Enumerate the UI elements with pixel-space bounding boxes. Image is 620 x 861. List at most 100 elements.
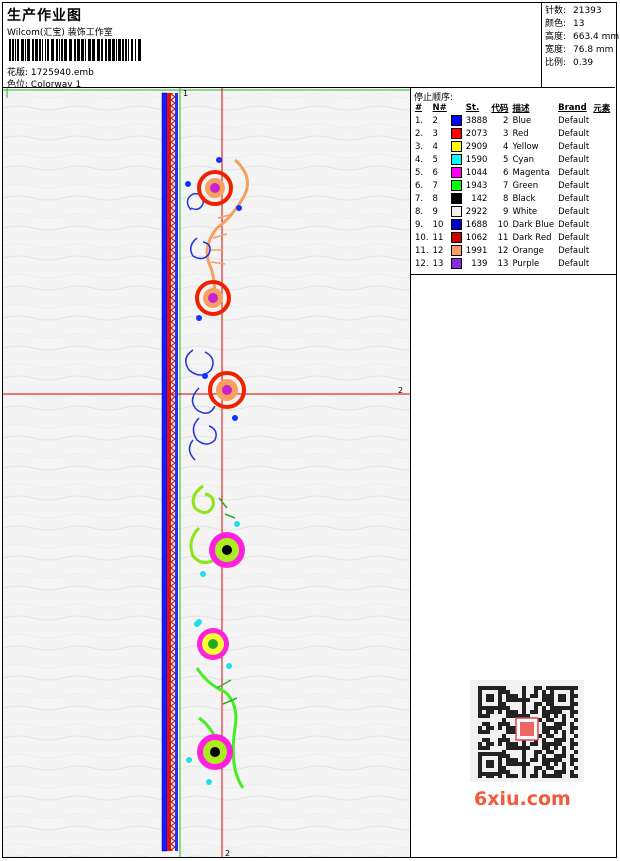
row-description: Magenta [512,167,550,178]
row-brand: Default [558,128,590,139]
row-needle: 2 [432,115,438,126]
row-color-swatch [449,127,464,140]
row-code: 10 [497,219,509,230]
row-stitches: 1062 [465,232,488,243]
table-header-row: # N# St. 代码 描述 Brand 元素 [413,101,612,114]
row-brand: Default [558,258,590,269]
row-description: Purple [512,258,540,269]
row-color-swatch [449,192,464,205]
row-code: 4 [503,141,509,152]
row-stitches: 1688 [465,219,488,230]
table-row: 9. 10 1688 10 Dark Blue Default [413,218,612,231]
row-brand: Default [558,245,590,256]
row-code: 13 [497,258,509,269]
row-element [591,218,612,231]
row-stitches: 2922 [465,206,488,217]
row-code: 12 [497,245,509,256]
table-row: 6. 7 1943 7 Green Default [413,179,612,192]
row-index: 1. [415,115,424,126]
color-swatch [450,154,462,165]
row-color-swatch [449,244,464,257]
col-needle: N# [432,102,447,113]
row-color-swatch [449,179,464,192]
row-element [591,244,612,257]
table-row: 10. 11 1062 11 Dark Red Default [413,231,612,244]
row-index: 4. [415,154,424,165]
row-description: Cyan [512,154,534,165]
watermark-text: 6xiu.com [474,788,571,810]
row-color-swatch [449,218,464,231]
stat-width: 宽度: 76.8 mm [545,45,614,55]
color-swatch [450,193,462,204]
row-index: 2. [415,128,424,139]
color-swatch [450,245,462,256]
row-element [591,114,612,127]
row-needle: 12 [432,245,444,256]
color-swatch [450,128,462,139]
row-needle: 11 [432,232,444,243]
stat-scale: 比例: 0.39 [545,58,594,68]
row-stitches: 1044 [465,167,488,178]
row-stitches: 1943 [465,180,488,191]
border-stripe-blue [161,92,168,852]
row-color-swatch [449,114,464,127]
color-swatch [450,258,462,269]
col-stitches: St. [465,102,480,113]
embroidery-preview: 1 2 2 [3,88,410,857]
row-brand: Default [558,154,590,165]
color-swatch [450,167,462,178]
row-element [591,179,612,192]
qr-code [470,680,584,782]
guide-label-h2: 2 [398,386,403,395]
row-description: Green [512,180,539,191]
row-stitches: 2909 [465,141,488,152]
page-title: 生产作业图 [7,8,82,24]
row-stitches: 3888 [465,115,488,126]
table-row: 11. 12 1991 12 Orange Default [413,244,612,257]
row-index: 8. [415,206,424,217]
flower-green-3 [197,734,233,770]
row-stitches: 2073 [465,128,488,139]
row-code: 11 [497,232,509,243]
row-stitches: 139 [471,258,488,269]
panel-divider [411,274,616,275]
stat-colors: 颜色: 13 [545,19,585,29]
row-code: 8 [503,193,509,204]
row-index: 6. [415,180,424,191]
header-divider [541,3,542,87]
row-brand: Default [558,167,590,178]
color-swatch [450,219,462,230]
row-brand: Default [558,115,590,126]
table-row: 7. 8 142 8 Black Default [413,192,612,205]
border-stripe-blue-inner [175,93,178,851]
row-element [591,205,612,218]
table-row: 3. 4 2909 4 Yellow Default [413,140,612,153]
row-code: 2 [503,115,509,126]
design-preview-canvas[interactable]: 1 2 2 [3,88,410,857]
row-element [591,140,612,153]
col-code: 代码 [491,103,509,114]
header-info: 生产作业图 Wilcom(汇宝) 装饰工作室 花版: 1725940.emb 色… [3,3,541,90]
barcode [9,39,141,61]
stop-sequence-table: # N# St. 代码 描述 Brand 元素 1. 2 3888 2 Blue Defa… [413,101,612,270]
row-index: 11. [415,245,429,256]
row-code: 6 [503,167,509,178]
row-description: Dark Blue [512,219,555,230]
stat-stitches: 针数: 21393 [545,6,602,16]
row-brand: Default [558,180,590,191]
table-row: 1. 2 3888 2 Blue Default [413,114,612,127]
table-row: 2. 3 2073 3 Red Default [413,127,612,140]
row-code: 9 [503,206,509,217]
row-code: 5 [503,154,509,165]
row-needle: 7 [432,180,438,191]
color-swatch [450,206,462,217]
row-index: 9. [415,219,424,230]
col-element: 元素 [593,103,611,114]
color-swatch [450,232,462,243]
row-index: 12. [415,258,429,269]
color-swatch [450,115,462,126]
row-brand: Default [558,193,590,204]
row-description: Blue [512,115,532,126]
stop-sequence-panel: 停止顺序: # N# St. 代码 描述 Brand 元素 1. 2 3888 2 Bl… [411,88,616,274]
row-needle: 8 [432,193,438,204]
